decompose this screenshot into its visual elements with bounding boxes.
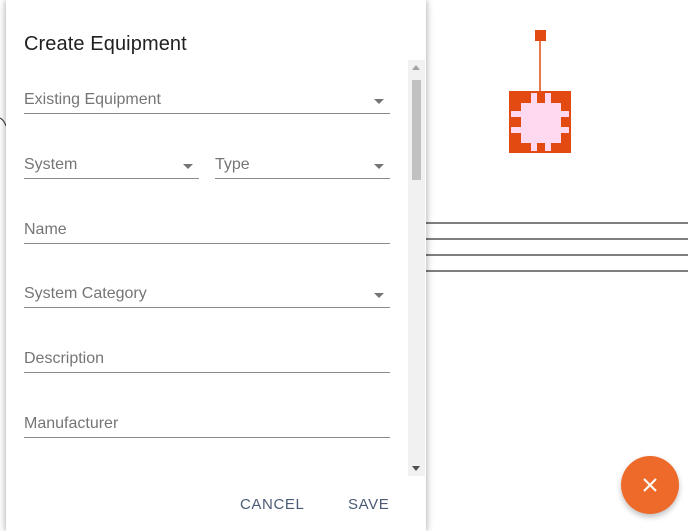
existing-equipment-label: Existing Equipment [24, 91, 161, 108]
chevron-down-icon [374, 293, 384, 298]
close-fab-button[interactable] [621, 456, 679, 514]
manufacturer-label: Manufacturer [24, 415, 119, 432]
scroll-down-arrow-icon[interactable] [412, 466, 420, 471]
dialog-actions: CANCEL SAVE [6, 486, 426, 526]
chevron-down-icon [183, 164, 193, 169]
chevron-down-icon [374, 164, 384, 169]
close-icon [643, 478, 657, 492]
create-equipment-dialog: Create Equipment Existing Equipment Syst… [6, 0, 426, 531]
manufacturer-input[interactable]: Manufacturer [24, 407, 390, 438]
type-select[interactable]: Type [215, 148, 390, 179]
form-scroll-area[interactable]: Existing Equipment System Type Name Syst… [6, 60, 410, 476]
system-category-label: System Category [24, 285, 147, 302]
description-input[interactable]: Description [24, 342, 390, 373]
dialog-title: Create Equipment [24, 33, 187, 55]
equipment-node-handle [535, 30, 546, 41]
type-label: Type [215, 156, 250, 173]
form-scrollbar[interactable] [408, 60, 425, 476]
system-category-select[interactable]: System Category [24, 277, 390, 308]
name-input[interactable]: Name [24, 213, 390, 244]
chevron-down-icon [374, 99, 384, 104]
description-label: Description [24, 350, 105, 367]
scroll-thumb[interactable] [412, 80, 421, 180]
system-label: System [24, 156, 78, 173]
equipment-node[interactable] [509, 30, 571, 153]
save-button[interactable]: SAVE [348, 496, 389, 513]
existing-equipment-select[interactable]: Existing Equipment [24, 83, 390, 114]
system-select[interactable]: System [24, 148, 199, 179]
scroll-up-arrow-icon[interactable] [412, 65, 420, 70]
name-label: Name [24, 221, 67, 238]
cancel-button[interactable]: CANCEL [240, 496, 304, 513]
